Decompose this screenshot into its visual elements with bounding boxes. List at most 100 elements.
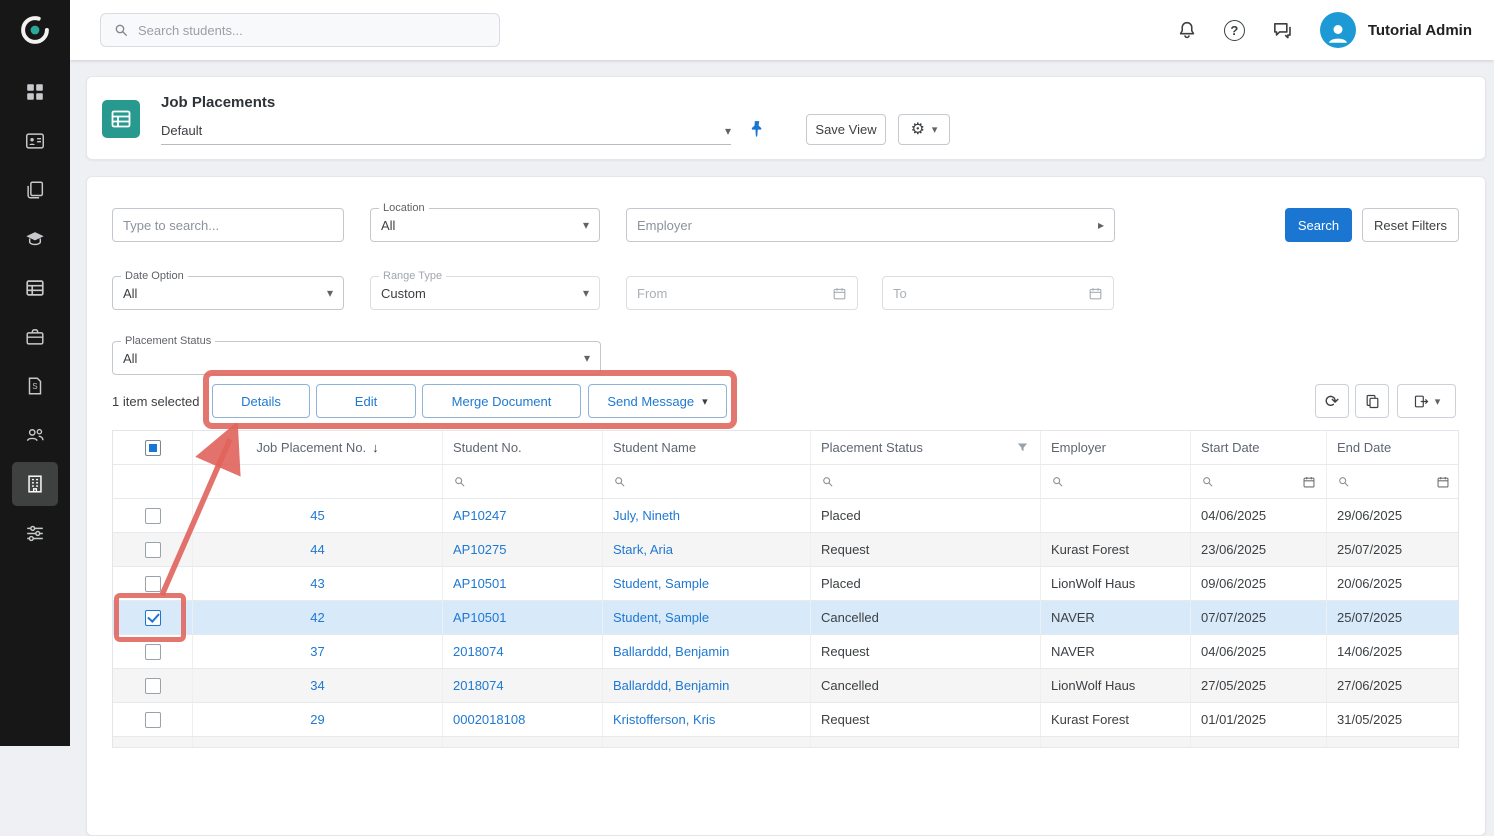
from-date-filter[interactable] bbox=[626, 276, 858, 310]
messages-button[interactable] bbox=[1271, 19, 1294, 42]
col-header-student-no[interactable]: Student No. bbox=[443, 431, 603, 464]
student-name-link[interactable]: Kristofferson, Kris bbox=[613, 712, 715, 727]
col-header-student-name[interactable]: Student Name bbox=[603, 431, 811, 464]
job-placement-link[interactable]: 29 bbox=[310, 712, 324, 727]
sidebar-item-jobs[interactable] bbox=[12, 315, 58, 359]
student-name-link[interactable]: Student, Sample bbox=[613, 576, 709, 591]
keyword-input[interactable] bbox=[123, 218, 333, 233]
calendar-icon[interactable] bbox=[1436, 475, 1450, 489]
calendar-icon[interactable] bbox=[1088, 286, 1103, 301]
sidebar-item-settings[interactable] bbox=[12, 511, 58, 555]
filter-cell-status[interactable] bbox=[811, 465, 1041, 498]
student-search-box[interactable] bbox=[100, 13, 500, 47]
table-row[interactable]: 34 2018074 Ballarddd, Benjamin Cancelled… bbox=[113, 669, 1458, 703]
sidebar-item-contacts[interactable] bbox=[12, 119, 58, 163]
from-date-input[interactable] bbox=[637, 286, 832, 301]
col-header-employer[interactable]: Employer bbox=[1041, 431, 1191, 464]
filter-funnel-icon[interactable] bbox=[1015, 440, 1030, 455]
refresh-button[interactable]: ⟳ bbox=[1315, 384, 1349, 418]
job-placement-link[interactable]: 37 bbox=[310, 644, 324, 659]
filter-cell-student-no[interactable] bbox=[443, 465, 603, 498]
topbar: ? Tutorial Admin bbox=[70, 0, 1494, 60]
student-no-link[interactable]: AP10275 bbox=[453, 542, 507, 557]
table-row[interactable]: 29 0002018108 Kristofferson, Kris Reques… bbox=[113, 703, 1458, 737]
keyword-filter[interactable] bbox=[112, 208, 344, 242]
filter-cell-start-date[interactable] bbox=[1191, 465, 1327, 498]
filter-cell-student-name[interactable] bbox=[603, 465, 811, 498]
table-row[interactable]: 42 AP10501 Student, Sample Cancelled NAV… bbox=[113, 601, 1458, 635]
filter-cell-end-date[interactable] bbox=[1327, 465, 1460, 498]
sidebar-item-documents[interactable] bbox=[12, 168, 58, 212]
sidebar-item-placements[interactable] bbox=[12, 462, 58, 506]
row-checkbox[interactable] bbox=[145, 508, 161, 524]
copy-grid-button[interactable] bbox=[1355, 384, 1389, 418]
details-button[interactable]: Details bbox=[212, 384, 310, 418]
calendar-icon[interactable] bbox=[832, 286, 847, 301]
view-settings-button[interactable]: ⚙ ▾ bbox=[898, 114, 950, 145]
employer-input[interactable] bbox=[637, 218, 1098, 233]
save-view-button[interactable]: Save View bbox=[806, 114, 886, 145]
student-no-link[interactable]: AP10501 bbox=[453, 576, 507, 591]
row-checkbox[interactable] bbox=[145, 542, 161, 558]
job-placement-link[interactable]: 34 bbox=[310, 678, 324, 693]
search-button[interactable]: Search bbox=[1285, 208, 1352, 242]
sidebar-item-groups[interactable] bbox=[12, 413, 58, 457]
col-header-start-date[interactable]: Start Date bbox=[1191, 431, 1327, 464]
row-checkbox[interactable] bbox=[145, 678, 161, 694]
pin-view-button[interactable] bbox=[747, 119, 767, 139]
filter-cell-job-no[interactable] bbox=[193, 465, 443, 498]
row-checkbox[interactable] bbox=[145, 644, 161, 660]
edit-button[interactable]: Edit bbox=[316, 384, 416, 418]
student-name-link[interactable]: Ballarddd, Benjamin bbox=[613, 644, 729, 659]
help-button[interactable]: ? bbox=[1224, 20, 1245, 41]
merge-document-button[interactable]: Merge Document bbox=[422, 384, 581, 418]
job-placement-link[interactable]: 44 bbox=[310, 542, 324, 557]
to-date-filter[interactable] bbox=[882, 276, 1114, 310]
student-search-input[interactable] bbox=[138, 23, 487, 38]
date-option-filter[interactable]: Date Option All ▾ bbox=[112, 276, 344, 310]
sidebar-item-tables[interactable] bbox=[12, 266, 58, 310]
row-checkbox[interactable] bbox=[145, 712, 161, 728]
student-name-link[interactable]: Stark, Aria bbox=[613, 542, 673, 557]
range-type-filter[interactable]: Range Type Custom ▾ bbox=[370, 276, 600, 310]
student-no-link[interactable]: AP10501 bbox=[453, 610, 507, 625]
filter-cell-employer[interactable] bbox=[1041, 465, 1191, 498]
student-name-link[interactable]: Ballarddd, Benjamin bbox=[613, 678, 729, 693]
student-name-link[interactable]: Student, Sample bbox=[613, 610, 709, 625]
col-header-status[interactable]: Placement Status bbox=[811, 431, 1041, 464]
student-name-link[interactable]: July, Nineth bbox=[613, 508, 680, 523]
employer-filter[interactable]: ▸ bbox=[626, 208, 1115, 242]
location-filter[interactable]: Location All ▾ bbox=[370, 208, 600, 242]
notifications-button[interactable] bbox=[1176, 19, 1198, 41]
student-no-link[interactable]: 2018074 bbox=[453, 678, 504, 693]
job-placement-link[interactable]: 42 bbox=[310, 610, 324, 625]
row-checkbox[interactable] bbox=[145, 610, 161, 626]
view-select[interactable]: Default ▾ bbox=[161, 117, 731, 145]
student-no-link[interactable]: AP10247 bbox=[453, 508, 507, 523]
table-row[interactable]: 43 AP10501 Student, Sample Placed LionWo… bbox=[113, 567, 1458, 601]
start-date-cell: 09/06/2025 bbox=[1201, 576, 1266, 591]
calendar-icon[interactable] bbox=[1302, 475, 1316, 489]
table-row[interactable]: 37 2018074 Ballarddd, Benjamin Request N… bbox=[113, 635, 1458, 669]
sidebar-item-education[interactable] bbox=[12, 217, 58, 261]
to-date-input[interactable] bbox=[893, 286, 1088, 301]
select-all-checkbox[interactable] bbox=[145, 440, 161, 456]
col-header-end-date[interactable]: End Date bbox=[1327, 431, 1460, 464]
job-placement-link[interactable]: 45 bbox=[310, 508, 324, 523]
avatar bbox=[1320, 12, 1356, 48]
send-message-button[interactable]: Send Message ▾ bbox=[588, 384, 727, 418]
export-button[interactable]: ▾ bbox=[1397, 384, 1456, 418]
app-logo[interactable] bbox=[0, 0, 70, 60]
sidebar-item-dashboard[interactable] bbox=[12, 70, 58, 114]
student-no-link[interactable]: 0002018108 bbox=[453, 712, 525, 727]
user-menu[interactable]: Tutorial Admin bbox=[1320, 12, 1472, 48]
table-row[interactable]: 45 AP10247 July, Nineth Placed 04/06/202… bbox=[113, 499, 1458, 533]
reset-filters-button[interactable]: Reset Filters bbox=[1362, 208, 1459, 242]
row-checkbox[interactable] bbox=[145, 576, 161, 592]
placement-status-filter[interactable]: Placement Status All ▾ bbox=[112, 341, 601, 375]
job-placement-link[interactable]: 43 bbox=[310, 576, 324, 591]
col-header-job-no[interactable]: Job Placement No.↓ bbox=[193, 431, 443, 464]
sidebar-item-statements[interactable] bbox=[12, 364, 58, 408]
student-no-link[interactable]: 2018074 bbox=[453, 644, 504, 659]
table-row[interactable]: 44 AP10275 Stark, Aria Request Kurast Fo… bbox=[113, 533, 1458, 567]
